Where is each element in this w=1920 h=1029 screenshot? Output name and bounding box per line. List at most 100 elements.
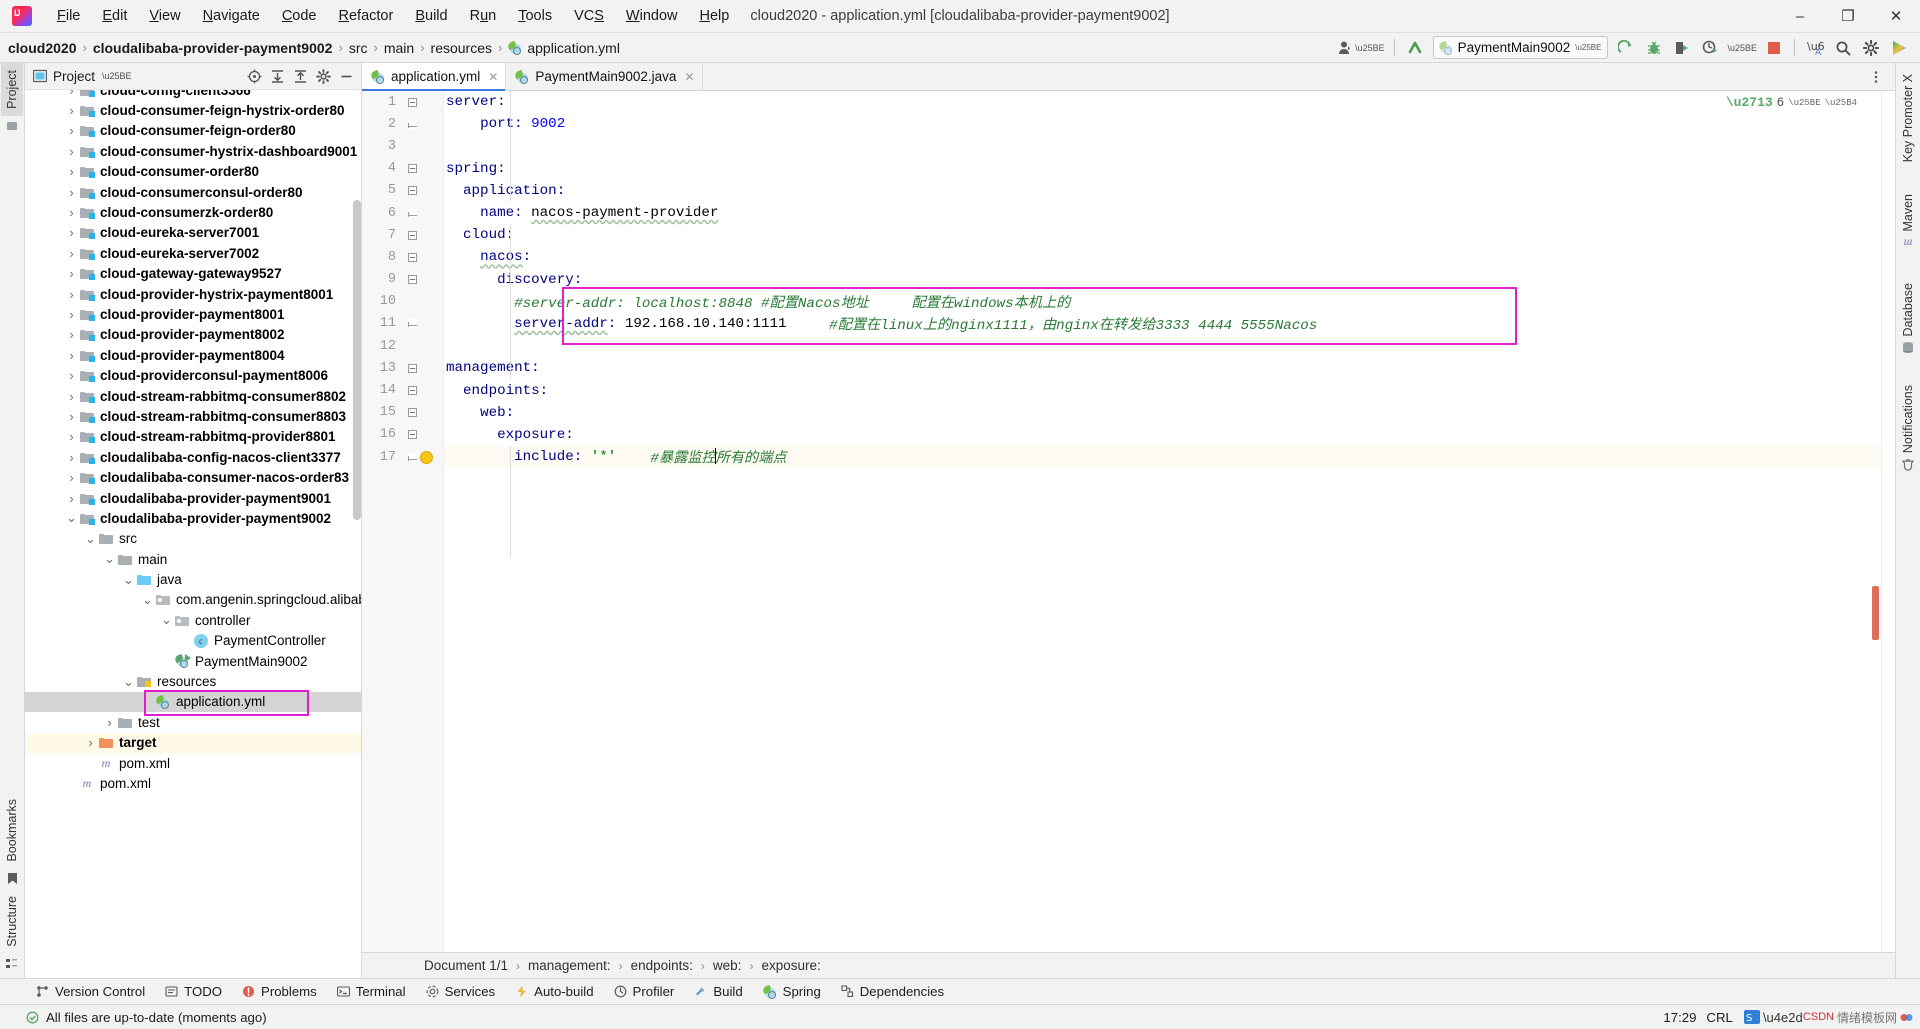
fold-end-icon[interactable] — [400, 208, 424, 218]
tool-button-terminal[interactable]: Terminal — [327, 979, 416, 1005]
breadcrumb-resources[interactable]: resources — [431, 40, 492, 56]
chevron-right-icon[interactable]: › — [65, 90, 78, 97]
doc-crumb-management[interactable]: management: — [528, 958, 611, 973]
tree-node-cloud-stream-rabbitmq-consumer8802[interactable]: › cloud-stream-rabbitmq-consumer8802 — [25, 386, 361, 406]
doc-crumb-document[interactable]: Document 1/1 — [424, 958, 508, 973]
strip-button-key-promoter-x[interactable]: Key Promoter X — [1897, 67, 1919, 169]
tool-button-auto-build[interactable]: Auto-build — [505, 979, 603, 1005]
menu-window[interactable]: Window — [615, 4, 689, 28]
tool-button-todo[interactable]: TODO — [155, 979, 232, 1005]
gutter-line-17[interactable]: 17 — [362, 446, 443, 468]
chevron-right-icon[interactable]: › — [103, 716, 116, 729]
strip-button-maven[interactable]: m Maven — [1897, 187, 1919, 258]
fold-collapse-icon[interactable] — [400, 252, 424, 262]
fold-collapse-icon[interactable] — [400, 97, 424, 107]
chevron-down-icon[interactable]: ⌄ — [103, 552, 116, 565]
tree-node-cloud-consumer-hystrix-dashboard9001[interactable]: › cloud-consumer-hystrix-dashboard9001 — [25, 141, 361, 161]
tree-node-cloud-consumer-order80[interactable]: › cloud-consumer-order80 — [25, 162, 361, 182]
intention-bulb-icon[interactable] — [420, 451, 433, 464]
maximize-button[interactable]: ❐ — [1824, 0, 1872, 33]
chevron-right-icon[interactable]: › — [65, 165, 78, 178]
strip-button-notifications[interactable]: Notifications — [1897, 378, 1919, 478]
doc-crumb-web[interactable]: web: — [713, 958, 742, 973]
chevron-down-icon[interactable]: ⌄ — [122, 675, 135, 688]
close-icon[interactable]: ✕ — [488, 70, 498, 84]
tree-node-cloud-provider-payment8004[interactable]: › cloud-provider-payment8004 — [25, 345, 361, 365]
tree-node-com-angenin-springcloud-alibab[interactable]: ⌄ com.angenin.springcloud.alibab — [25, 590, 361, 610]
breadcrumb-src[interactable]: src — [349, 40, 368, 56]
chevron-right-icon[interactable]: › — [65, 328, 78, 341]
settings-icon[interactable] — [1858, 36, 1884, 60]
tree-node-cloud-stream-rabbitmq-provider8801[interactable]: › cloud-stream-rabbitmq-provider8801 — [25, 427, 361, 447]
tool-button-profiler[interactable]: Profiler — [604, 979, 685, 1005]
collapse-all-icon[interactable] — [289, 65, 311, 87]
tree-node-cloud-consumer-feign-order80[interactable]: › cloud-consumer-feign-order80 — [25, 121, 361, 141]
strip-button-structure[interactable]: Structure — [1, 889, 23, 954]
breadcrumb-main[interactable]: main — [384, 40, 414, 56]
gutter-line-2[interactable]: 2 — [362, 113, 443, 135]
tree-node-test[interactable]: › test — [25, 712, 361, 732]
strip-button-bookmarks[interactable]: Bookmarks — [1, 792, 23, 869]
chevron-right-icon[interactable]: › — [65, 226, 78, 239]
chevron-down-icon[interactable]: ⌄ — [141, 593, 154, 606]
menu-navigate[interactable]: Navigate — [192, 4, 271, 28]
chevron-down-icon[interactable]: ⌄ — [160, 613, 173, 626]
tree-node-paymentcontroller[interactable]: c PaymentController — [25, 631, 361, 651]
chevron-right-icon[interactable]: › — [65, 267, 78, 280]
chevron-right-icon[interactable]: › — [65, 104, 78, 117]
fold-collapse-icon[interactable] — [400, 430, 424, 440]
fold-collapse-icon[interactable] — [400, 186, 424, 196]
chevron-right-icon[interactable]: › — [65, 430, 78, 443]
editor-options-icon[interactable] — [1865, 66, 1887, 88]
chevron-right-icon[interactable]: › — [65, 247, 78, 260]
profiler-icon[interactable] — [1697, 36, 1723, 60]
gutter-line-15[interactable]: 15 — [362, 402, 443, 424]
debug-icon[interactable] — [1641, 36, 1667, 60]
inspection-status[interactable]: \u2713 6 \u25BE \u25B4 — [1726, 95, 1857, 110]
chevron-down-icon[interactable]: ⌄ — [84, 532, 97, 545]
chevron-right-icon[interactable]: › — [65, 369, 78, 382]
tree-node-cloud-consumerconsul-order80[interactable]: › cloud-consumerconsul-order80 — [25, 182, 361, 202]
gutter-line-16[interactable]: 16 — [362, 424, 443, 446]
editor-marker-gutter[interactable] — [1881, 91, 1895, 952]
fold-collapse-icon[interactable] — [400, 408, 424, 418]
tree-node-target[interactable]: › target — [25, 732, 361, 753]
editor-scrollbar-thumb[interactable] — [1872, 586, 1879, 640]
vcs-update-icon[interactable] — [1402, 36, 1428, 60]
translate-icon[interactable]: \u6587A — [1802, 36, 1828, 60]
tree-node-cloud-provider-hystrix-payment8001[interactable]: › cloud-provider-hystrix-payment8001 — [25, 284, 361, 304]
tree-node-cloud-providerconsul-payment8006[interactable]: › cloud-providerconsul-payment8006 — [25, 365, 361, 385]
chevron-right-icon[interactable]: › — [65, 186, 78, 199]
editor-tab-application-yml[interactable]: application.yml ✕ — [362, 63, 507, 91]
chevron-down-icon[interactable]: ⌄ — [122, 573, 135, 586]
tree-node-pom-xml[interactable]: m pom.xml — [25, 753, 361, 773]
tool-button-version-control[interactable]: Version Control — [26, 979, 155, 1005]
tree-node-cloud-provider-payment8002[interactable]: › cloud-provider-payment8002 — [25, 325, 361, 345]
tree-node-cloud-config-client3366[interactable]: › cloud-config-client3366 — [25, 90, 361, 100]
chevron-down-icon[interactable]: \u25BE — [1575, 43, 1601, 52]
editor-gutter[interactable]: 1 2 3 4 5 6 7 8 9 10 11 12 13 14 15 16 17 — [362, 91, 444, 952]
menu-build[interactable]: Build — [404, 4, 458, 28]
fold-collapse-icon[interactable] — [400, 275, 424, 285]
code-content[interactable]: server: port: 9002 spring: application: … — [444, 91, 1881, 952]
run-with-coverage-icon[interactable] — [1669, 36, 1695, 60]
tool-button-problems[interactable]: Problems — [232, 979, 327, 1005]
menu-file[interactable]: File — [46, 4, 91, 28]
tree-node-application-yml[interactable]: application.yml — [25, 691, 361, 713]
menu-view[interactable]: View — [138, 4, 191, 28]
tree-node-src[interactable]: ⌄ src — [25, 529, 361, 549]
tree-node-cloud-consumerzk-order80[interactable]: › cloud-consumerzk-order80 — [25, 202, 361, 222]
tree-node-cloud-stream-rabbitmq-consumer8803[interactable]: › cloud-stream-rabbitmq-consumer8803 — [25, 406, 361, 426]
menu-code[interactable]: Code — [271, 4, 328, 28]
breadcrumb-file[interactable]: application.yml — [507, 40, 620, 56]
tray-chinese-icon[interactable]: \u4e2d — [1763, 1008, 1803, 1026]
chevron-right-icon[interactable]: › — [65, 349, 78, 362]
tree-node-cloudalibaba-consumer-nacos-order83[interactable]: › cloudalibaba-consumer-nacos-order83 — [25, 467, 361, 487]
tree-node-cloudalibaba-provider-payment9002[interactable]: ⌄ cloudalibaba-provider-payment9002 — [25, 508, 361, 528]
strip-button-project[interactable]: Project — [1, 63, 23, 116]
hide-icon[interactable] — [335, 65, 357, 87]
code-editor[interactable]: 1 2 3 4 5 6 7 8 9 10 11 12 13 14 15 16 17 server: port: … — [362, 91, 1895, 952]
tree-node-java[interactable]: ⌄ java — [25, 569, 361, 589]
chevron-down-icon[interactable]: ⌄ — [65, 511, 78, 524]
fold-collapse-icon[interactable] — [400, 386, 424, 396]
